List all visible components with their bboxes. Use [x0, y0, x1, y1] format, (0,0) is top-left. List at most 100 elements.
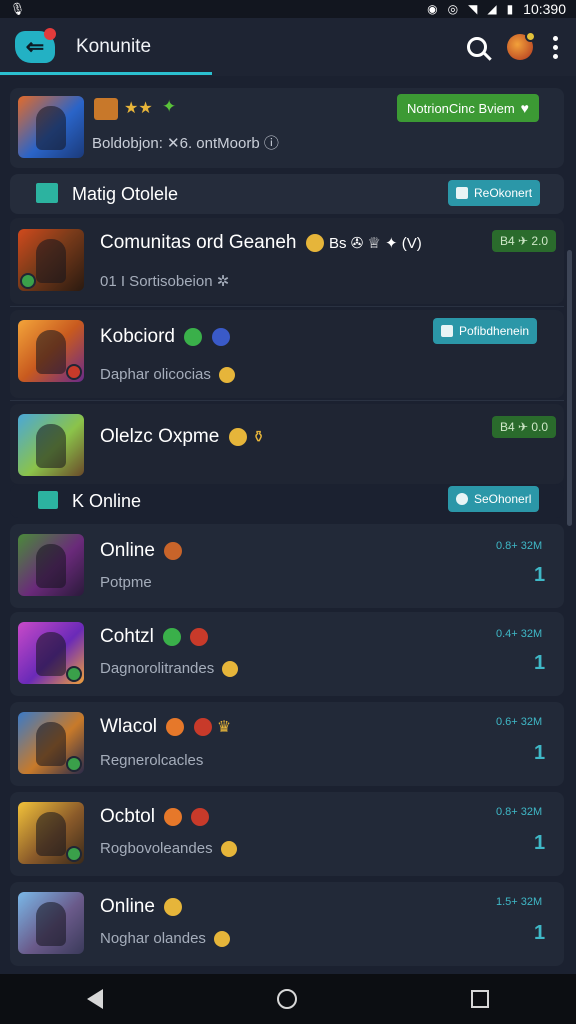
game-thumbnail[interactable]: [18, 622, 84, 684]
status-badge: [66, 846, 82, 862]
row-title-text: Wlacol: [100, 716, 158, 737]
row-title: Online: [100, 540, 183, 562]
game-thumbnail[interactable]: [18, 320, 84, 382]
row-count: 1: [534, 742, 546, 764]
featured-game-thumbnail[interactable]: [18, 96, 84, 158]
row-pill[interactable]: B4 ✈ 2.0: [492, 230, 557, 252]
people-icon: [456, 493, 468, 505]
smiley-icon: [219, 367, 236, 384]
row-timestamp: 0.6+ 32M: [496, 716, 543, 728]
row-title-text: Online: [100, 540, 155, 561]
notification-button[interactable]: NotrionCinc Bviem ♥: [397, 94, 539, 122]
section-1-label: Matig Otolele: [72, 184, 179, 204]
notification-button-label: NotrionCinc Bviem: [407, 100, 515, 116]
game-thumbnail[interactable]: [18, 414, 84, 476]
row-subtitle-text: Noghar olandes: [100, 930, 206, 947]
row-title-text: Ocbtol: [100, 806, 155, 827]
status-badge: [66, 666, 82, 682]
game-thumbnail[interactable]: [18, 534, 84, 596]
home-icon[interactable]: [277, 989, 297, 1009]
row-count: 1: [534, 564, 546, 586]
treasure-icon: [164, 541, 183, 560]
check-icon: [456, 187, 468, 199]
app-logo[interactable]: ⇐: [10, 22, 60, 72]
game-thumbnail[interactable]: [18, 712, 84, 774]
featured-subtitle: Boldobjon: ✕6. ontMoorb ⓘ: [92, 135, 279, 152]
mic-icon: 🎙: [10, 2, 26, 16]
signal-icon: ◢: [487, 2, 497, 16]
row-pill[interactable]: B4 ✈ 0.0: [492, 416, 557, 438]
row-title: Comunitas ord Geaneh Bs ✇ ♕ ✦ (V): [100, 232, 422, 254]
online-row[interactable]: Ocbtol Rogbovoleandes 0.8+ 32M 1: [10, 792, 564, 876]
community-row-2[interactable]: Kobciord Daphar olicocias Pofibdhenein: [10, 310, 564, 398]
smiley-icon: [228, 427, 247, 446]
tab-indicator: [0, 72, 212, 75]
check-icon: [441, 325, 453, 337]
leaf-icon: ✦: [162, 97, 177, 116]
online-row[interactable]: Online Noghar olandes 1.5+ 32M 1: [10, 882, 564, 966]
checkbox-icon[interactable]: [38, 491, 58, 509]
online-row[interactable]: Online Potpme 0.8+ 32M 1: [10, 524, 564, 608]
shield-icon: [191, 807, 210, 826]
section-2-label: K Online: [72, 491, 142, 511]
row-title-text: Kobciord: [100, 326, 175, 347]
recent-apps-icon[interactable]: [471, 990, 489, 1008]
shield-icon: [193, 717, 212, 736]
main-content: ★★ ✦ Boldobjon: ✕6. ontMoorb ⓘ NotrionCi…: [0, 78, 576, 974]
featured-card[interactable]: ★★ ✦ Boldobjon: ✕6. ontMoorb ⓘ NotrionCi…: [10, 88, 564, 168]
section-1-button[interactable]: ReOkonert: [448, 180, 541, 206]
community-row-1[interactable]: Comunitas ord Geaneh Bs ✇ ♕ ✦ (V) 01 I S…: [10, 218, 564, 304]
row-timestamp: 0.4+ 32M: [496, 628, 543, 640]
status-icons: ◉ ◎ ◥ ◢ ▮ 10:390: [427, 1, 566, 17]
rating-stars: ★★: [124, 100, 153, 117]
fire-icon: [164, 807, 183, 826]
status-badge: [66, 756, 82, 772]
row-subtitle: Rogbovoleandes: [100, 840, 237, 858]
game-thumbnail[interactable]: [18, 802, 84, 864]
smiley-icon: [222, 661, 239, 678]
row-title: Ocbtol: [100, 806, 210, 828]
row-title-text: Cohtzl: [100, 626, 154, 647]
row-title: Online: [100, 896, 183, 918]
row-subtitle: 01 I Sortisobeion ✲: [100, 273, 230, 290]
section-header-2: K Online SeOhonerl: [10, 484, 564, 518]
search-icon[interactable]: [467, 37, 487, 57]
clock: 10:390: [523, 1, 566, 17]
app-actions: [467, 31, 558, 60]
online-row[interactable]: Cohtzl Dagnorolitrandes 0.4+ 32M 1: [10, 612, 564, 696]
back-icon[interactable]: [87, 989, 103, 1009]
online-row[interactable]: Wlacol ♛ Regnerolcacles 0.6+ 32M 1: [10, 702, 564, 786]
green-face-icon: [163, 627, 182, 646]
more-options-icon[interactable]: [553, 35, 558, 59]
row-count: 1: [534, 652, 546, 674]
row-count: 1: [534, 832, 546, 854]
scrollbar[interactable]: [567, 250, 572, 526]
section-2-button-label: SeOhonerl: [474, 492, 532, 506]
row-subtitle-text: Rogbovoleandes: [100, 840, 213, 857]
system-nav-bar: [0, 974, 576, 1024]
row-title-text: Olelzc Oxpme: [100, 426, 220, 447]
game-thumbnail[interactable]: [18, 229, 84, 291]
row-title: Kobciord: [100, 326, 230, 348]
app-title: Konunite: [76, 36, 152, 57]
section-2-button[interactable]: SeOhonerl: [448, 486, 540, 512]
row-timestamp: 1.5+ 32M: [496, 896, 543, 908]
crown-icon: ♛: [216, 719, 232, 736]
row-subtitle: Daphar olicocias: [100, 366, 236, 384]
row-title: Olelzc Oxpme ⚱: [100, 426, 265, 448]
profile-avatar[interactable]: [507, 31, 536, 60]
divider: [10, 306, 564, 307]
row-count: 1: [534, 922, 546, 944]
checkbox-icon[interactable]: [36, 183, 58, 203]
game-thumbnail[interactable]: [18, 892, 84, 954]
green-face-icon: [184, 327, 203, 346]
row-subtitle: Regnerolcacles: [100, 752, 204, 769]
row-timestamp: 0.8+ 32M: [496, 540, 543, 552]
status-bar: 🎙 ◉ ◎ ◥ ◢ ▮ 10:390: [0, 0, 576, 18]
row-title-text: Online: [100, 896, 155, 917]
community-row-3[interactable]: Olelzc Oxpme ⚱ B4 ✈ 0.0: [10, 404, 564, 484]
divider: [10, 400, 564, 401]
row-pill[interactable]: Pofibdhenein: [433, 318, 538, 344]
battery-icon: ▮: [506, 2, 514, 16]
globe-icon: [211, 327, 230, 346]
